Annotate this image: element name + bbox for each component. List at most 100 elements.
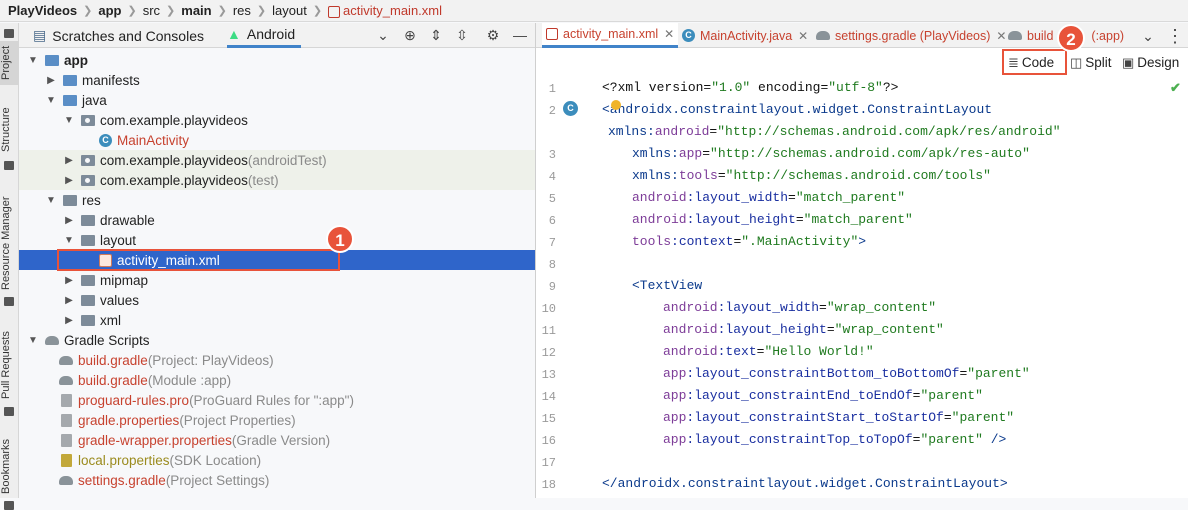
breadcrumb-item[interactable]: activity_main.xml: [343, 3, 442, 18]
tool-window-structure[interactable]: Structure: [0, 101, 19, 159]
collapse-all-icon[interactable]: ⇳: [454, 27, 470, 43]
chevron-right-icon[interactable]: ▶: [45, 75, 57, 86]
breadcrumb-separator-icon: ❯: [127, 5, 137, 17]
breadcrumb-item[interactable]: main: [181, 3, 211, 18]
tool-window-pull-requests[interactable]: Pull Requests: [0, 325, 19, 405]
tree-item-manifests[interactable]: ▶ manifests: [19, 70, 535, 90]
code-line: android:text="Hello World!": [663, 344, 874, 359]
chevron-right-icon[interactable]: ▶: [63, 215, 75, 226]
tree-item-build-gradle-module[interactable]: build.gradle (Module :app): [19, 370, 535, 390]
tree-item-package[interactable]: ▼ com.example.playvideos: [19, 110, 535, 130]
tree-item-mainactivity[interactable]: C MainActivity: [19, 130, 535, 150]
code-token: "http://schemas.android.com/tools": [725, 168, 991, 183]
chevron-down-icon[interactable]: ▼: [27, 55, 39, 66]
close-icon[interactable]: ✕: [664, 27, 674, 41]
line-number: 2: [548, 104, 556, 118]
breadcrumb-item[interactable]: app: [98, 3, 121, 18]
code-editor[interactable]: <?xml version="1.0" encoding="utf-8"?> <…: [592, 76, 1188, 498]
chevron-down-icon[interactable]: ▼: [63, 115, 75, 126]
more-icon[interactable]: ⋮: [1166, 27, 1184, 45]
code-token: "wrap_content": [826, 300, 937, 315]
gear-icon[interactable]: ⚙: [485, 27, 501, 43]
code-token: =: [826, 322, 835, 337]
breadcrumb-item[interactable]: PlayVideos: [8, 3, 77, 18]
chevron-down-icon[interactable]: ▼: [63, 235, 75, 246]
chevron-right-icon[interactable]: ▶: [63, 295, 75, 306]
lightbulb-icon[interactable]: [611, 100, 621, 110]
tool-window-bookmarks[interactable]: Bookmarks: [0, 435, 19, 497]
tree-item-drawable[interactable]: ▶ drawable: [19, 210, 535, 230]
hide-panel-icon[interactable]: —: [512, 27, 528, 43]
tree-item-xml[interactable]: ▶ xml: [19, 310, 535, 330]
tab-mainactivity-java[interactable]: C MainActivity.java ✕: [682, 23, 808, 48]
design-mode-button[interactable]: ▣ Design: [1122, 52, 1179, 73]
tree-item-settings-gradle[interactable]: settings.gradle (Project Settings): [19, 470, 535, 490]
tab-settings-gradle[interactable]: settings.gradle (PlayVideos) ✕: [816, 23, 1006, 48]
code-token: app: [663, 388, 687, 403]
tree-item-label: layout: [100, 232, 137, 248]
tree-item-local-properties[interactable]: local.properties (SDK Location): [19, 450, 535, 470]
tree-item-layout[interactable]: ▼ layout: [19, 230, 535, 250]
code-token: :layout_width: [686, 190, 789, 205]
tree-item-java[interactable]: ▼ java: [19, 90, 535, 110]
tab-scratches-and-consoles[interactable]: ▤ Scratches and Consoles: [33, 23, 204, 48]
tree-item-gradle-scripts[interactable]: ▼ Gradle Scripts: [19, 330, 535, 350]
chevron-right-icon[interactable]: ▶: [63, 155, 75, 166]
tree-item-build-gradle-project[interactable]: build.gradle (Project: PlayVideos): [19, 350, 535, 370]
code-token: =: [819, 300, 827, 315]
code-token: android: [632, 212, 687, 227]
code-token: :text: [717, 344, 757, 359]
chevron-right-icon[interactable]: ▶: [63, 175, 75, 186]
tree-item-gradle-wrapper-properties[interactable]: gradle-wrapper.properties (Gradle Versio…: [19, 430, 535, 450]
chevron-down-icon[interactable]: ▼: [45, 95, 57, 106]
code-token: "match_parent": [803, 212, 913, 227]
breadcrumb-item[interactable]: layout: [272, 3, 307, 18]
folder-icon: [81, 234, 95, 246]
chevron-down-icon[interactable]: ⌄: [375, 27, 391, 43]
chevron-right-icon[interactable]: ▶: [63, 275, 75, 286]
breadcrumb-separator-icon: ❯: [256, 5, 267, 17]
tool-window-resource-manager[interactable]: Resource Manager: [0, 191, 19, 295]
tree-item-label: manifests: [82, 72, 140, 88]
mode-label: Design: [1137, 55, 1180, 70]
tree-item-gradle-properties[interactable]: gradle.properties (Project Properties): [19, 410, 535, 430]
tab-android[interactable]: ▲ Android: [227, 23, 302, 48]
callout-highlight-box: [57, 249, 340, 271]
tool-window-project[interactable]: Project: [0, 41, 19, 85]
tree-item-suffix: (SDK Location): [169, 452, 262, 468]
split-mode-button[interactable]: ◫ Split: [1070, 52, 1112, 73]
tab-activity-main-xml[interactable]: activity_main.xml ✕: [542, 23, 679, 48]
code-token: =: [702, 146, 711, 161]
folder-icon: [63, 74, 77, 86]
code-token: =: [943, 410, 952, 425]
locate-file-icon[interactable]: ⊕: [402, 27, 418, 43]
close-icon[interactable]: ✕: [996, 29, 1006, 43]
code-token: :layout_constraintBottom_toBottomOf: [686, 366, 960, 381]
close-icon[interactable]: ✕: [798, 29, 808, 43]
tree-item-label: MainActivity: [117, 132, 190, 148]
split-view-icon: ◫: [1070, 54, 1083, 70]
breadcrumb-item[interactable]: src: [143, 3, 160, 18]
tree-item-mipmap[interactable]: ▶ mipmap: [19, 270, 535, 290]
tree-item-package-androidtest[interactable]: ▶ com.example.playvideos (androidTest): [19, 150, 535, 170]
android-icon: ▲: [227, 26, 241, 42]
class-reference-icon[interactable]: C: [563, 101, 578, 116]
tree-item-app[interactable]: ▼ app: [19, 50, 535, 70]
tree-item-package-test[interactable]: ▶ com.example.playvideos (test): [19, 170, 535, 190]
tree-item-proguard-rules[interactable]: proguard-rules.pro (ProGuard Rules for "…: [19, 390, 535, 410]
code-token: ?>: [882, 80, 899, 95]
chevron-down-icon[interactable]: ⌄: [1140, 28, 1156, 44]
breadcrumb-item[interactable]: res: [233, 3, 251, 18]
chevron-right-icon[interactable]: ▶: [63, 315, 75, 326]
chevron-down-icon[interactable]: ▼: [27, 335, 39, 346]
code-token: "1.0": [711, 80, 751, 95]
code-line: <?xml version="1.0" encoding="utf-8"?>: [602, 80, 898, 95]
chevron-down-icon[interactable]: ▼: [45, 195, 57, 206]
tree-item-suffix: (androidTest): [247, 152, 327, 168]
project-tree: ▼ app ▶ manifests ▼ java ▼ com.example.playv…: [19, 49, 535, 498]
expand-all-icon[interactable]: ⇕: [428, 27, 444, 43]
tree-item-res[interactable]: ▼ res: [19, 190, 535, 210]
tree-item-values[interactable]: ▶ values: [19, 290, 535, 310]
tree-item-label: values: [100, 292, 140, 308]
code-line: android:layout_width="wrap_content": [663, 300, 936, 315]
